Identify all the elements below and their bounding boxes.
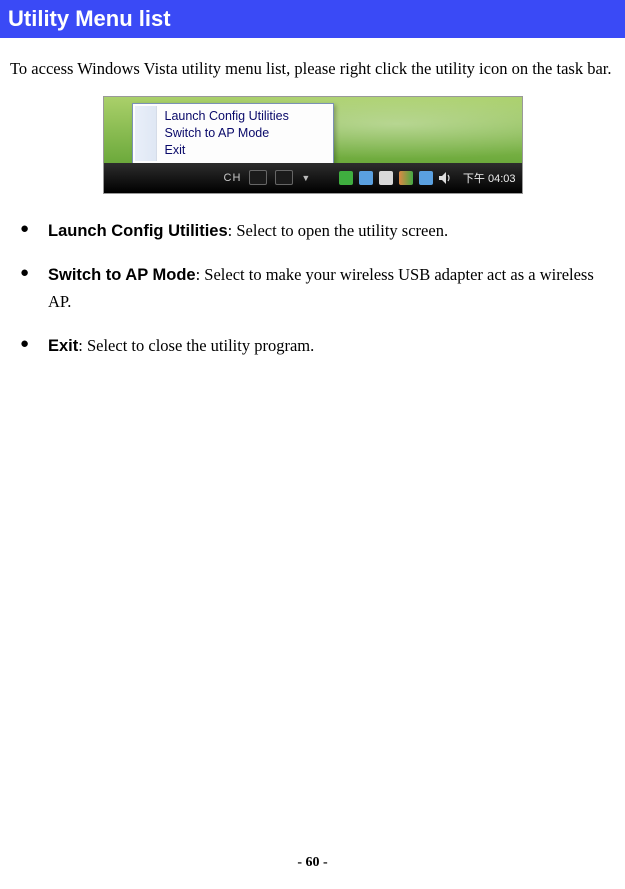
bullet-dot-icon: ● [10, 262, 48, 285]
bullet-term: Exit [48, 337, 78, 355]
taskbar-left-group: CH ▼ [104, 170, 311, 185]
bullet-item-exit: ● Exit: Select to close the utility prog… [10, 333, 615, 360]
bullet-text: Exit: Select to close the utility progra… [48, 333, 615, 360]
volume-icon[interactable] [439, 172, 453, 184]
bullet-item-launch: ● Launch Config Utilities: Select to ope… [10, 218, 615, 245]
menu-item-launch-config[interactable]: Launch Config Utilities [157, 108, 331, 125]
ime-indicator[interactable]: CH [224, 172, 242, 184]
bullet-text: Switch to AP Mode: Select to make your w… [48, 262, 615, 314]
bullet-item-switch: ● Switch to AP Mode: Select to make your… [10, 262, 615, 314]
section-title: Utility Menu list [8, 6, 171, 31]
bullet-desc: : Select to open the utility screen. [228, 221, 448, 240]
bullet-list: ● Launch Config Utilities: Select to ope… [0, 208, 625, 359]
screenshot-vista-taskbar: Launch Config Utilities Switch to AP Mod… [103, 96, 523, 194]
page-number: - 60 - [0, 855, 625, 871]
bullet-text: Launch Config Utilities: Select to open … [48, 218, 615, 245]
ime-pad-icon[interactable] [275, 170, 293, 185]
bullet-dot-icon: ● [10, 333, 48, 356]
ime-dropdown-icon[interactable]: ▼ [301, 173, 310, 183]
tray-app1-icon[interactable] [359, 171, 373, 185]
tray-network-icon[interactable] [339, 171, 353, 185]
ime-mode-icon[interactable] [249, 170, 267, 185]
taskbar: CH ▼ 下午 04:03 [104, 163, 522, 193]
clock[interactable]: 下午 04:03 [459, 170, 516, 186]
bullet-term: Switch to AP Mode [48, 266, 196, 284]
system-tray: 下午 04:03 [335, 170, 522, 186]
bullet-dot-icon: ● [10, 218, 48, 241]
tray-app3-icon[interactable] [399, 171, 413, 185]
tray-utility-icon[interactable] [419, 171, 433, 185]
section-header: Utility Menu list [0, 0, 625, 38]
menu-item-exit[interactable]: Exit [157, 142, 331, 159]
menu-item-switch-ap[interactable]: Switch to AP Mode [157, 125, 331, 142]
bullet-term: Launch Config Utilities [48, 222, 228, 240]
context-menu: Launch Config Utilities Switch to AP Mod… [132, 103, 334, 164]
context-menu-gutter [135, 106, 157, 161]
context-menu-items: Launch Config Utilities Switch to AP Mod… [157, 106, 331, 161]
intro-paragraph: To access Windows Vista utility menu lis… [0, 38, 625, 86]
bullet-desc: : Select to close the utility program. [78, 336, 314, 355]
tray-app2-icon[interactable] [379, 171, 393, 185]
